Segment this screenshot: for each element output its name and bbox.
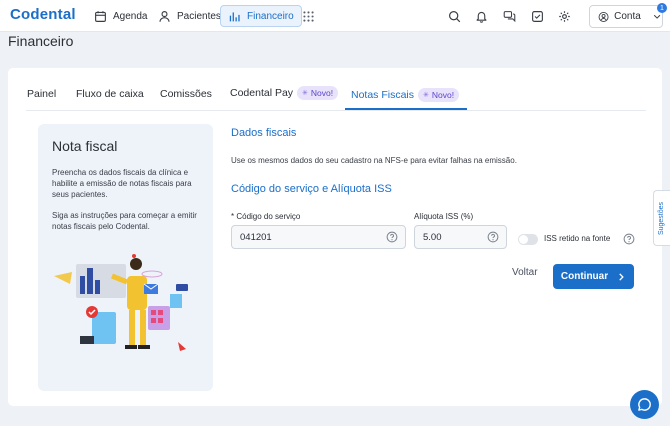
iss-withheld-toggle[interactable]: [518, 234, 538, 245]
help-icon[interactable]: [386, 231, 398, 243]
nav-item-agenda[interactable]: Agenda: [86, 5, 155, 27]
service-code-value: 041201: [240, 231, 272, 243]
continue-label: Continuar: [560, 271, 609, 282]
search-icon[interactable]: [447, 9, 461, 23]
nav-item-financeiro[interactable]: Financeiro: [220, 5, 302, 27]
suggestions-label: Sugestões: [658, 201, 666, 235]
tab-label: Comissões: [160, 88, 212, 100]
iss-rate-label: Alíquota ISS (%): [414, 212, 474, 221]
chat-icon: [638, 398, 651, 411]
new-badge: ✳ Novo!: [418, 88, 460, 102]
user-icon: [159, 10, 170, 22]
tab-comissoes[interactable]: Comissões: [160, 88, 212, 100]
invoice-illustration: [54, 254, 188, 351]
tab-label: Painel: [27, 88, 57, 100]
tab-label: Codental Pay: [230, 87, 294, 99]
chat-support-button[interactable]: [630, 390, 659, 419]
calendar-icon: [95, 10, 106, 22]
tab-label: Fluxo de caixa: [76, 88, 144, 100]
info-paragraph: Preencha os dados fiscais da clínica e h…: [52, 168, 192, 199]
back-button[interactable]: Voltar: [512, 267, 538, 278]
account-button[interactable]: Conta: [589, 5, 663, 28]
nav-item-label: Agenda: [113, 10, 148, 22]
codental-logo[interactable]: Codental: [10, 6, 76, 23]
continue-button[interactable]: Continuar: [553, 264, 634, 289]
help-icon[interactable]: [487, 231, 499, 243]
tab-fluxo-de-caixa[interactable]: Fluxo de caixa: [76, 88, 144, 100]
sparkle-icon: ✳: [302, 90, 308, 97]
dados-fiscais-note: Use os mesmos dados do seu cadastro na N…: [231, 156, 517, 165]
iss-rate-value: 5.00: [423, 231, 442, 243]
notification-badge: 1: [657, 3, 667, 13]
tabs-divider: [26, 110, 646, 111]
service-code-label: * Código do serviço: [231, 212, 301, 221]
nav-item-label: Financeiro: [247, 10, 294, 22]
info-panel: Nota fiscal Preencha os dados fiscais da…: [38, 124, 213, 391]
top-navigation-bar: Codental Agenda Pacientes Financeiro Con…: [0, 0, 670, 32]
bell-icon[interactable]: [474, 9, 488, 23]
chat-bubbles-icon[interactable]: [502, 9, 516, 23]
dados-fiscais-title: Dados fiscais: [231, 127, 297, 139]
active-tab-indicator: [345, 108, 467, 110]
iss-rate-field[interactable]: 5.00: [414, 225, 507, 249]
tab-label: Notas Fiscais: [351, 89, 415, 101]
badge-label: Novo!: [310, 88, 334, 98]
sparkle-icon: ✳: [423, 92, 429, 99]
suggestions-side-tab[interactable]: Sugestões: [653, 190, 670, 246]
tab-painel[interactable]: Painel: [27, 88, 56, 100]
checkbox-icon[interactable]: [530, 9, 544, 23]
page-title: Financeiro: [8, 33, 74, 49]
badge-label: Novo!: [431, 90, 455, 100]
info-title: Nota fiscal: [52, 138, 118, 154]
service-code-field[interactable]: 041201: [231, 225, 406, 249]
gear-icon[interactable]: [557, 9, 571, 23]
info-paragraph: Siga as instruções para começar a emitir…: [52, 211, 197, 231]
grid-icon[interactable]: [301, 9, 315, 23]
iss-withheld-label: ISS retido na fonte: [544, 234, 611, 243]
tab-notas-fiscais[interactable]: Notas Fiscais ✳ Novo!: [351, 88, 460, 102]
main-card: Painel Fluxo de caixa Comissões Codental…: [8, 68, 662, 406]
help-icon[interactable]: [623, 233, 635, 245]
user-circle-icon: [598, 11, 609, 22]
chevron-right-icon: [619, 272, 624, 281]
nav-item-label: Pacientes: [177, 10, 221, 22]
bar-chart-icon: [229, 11, 240, 21]
new-badge: ✳ Novo!: [297, 86, 339, 100]
codigo-servico-section-title: Código do serviço e Alíquota ISS: [231, 183, 392, 195]
account-label: Conta: [614, 11, 641, 22]
nav-item-pacientes[interactable]: Pacientes: [150, 5, 229, 27]
tab-codental-pay[interactable]: Codental Pay ✳ Novo!: [230, 86, 339, 100]
